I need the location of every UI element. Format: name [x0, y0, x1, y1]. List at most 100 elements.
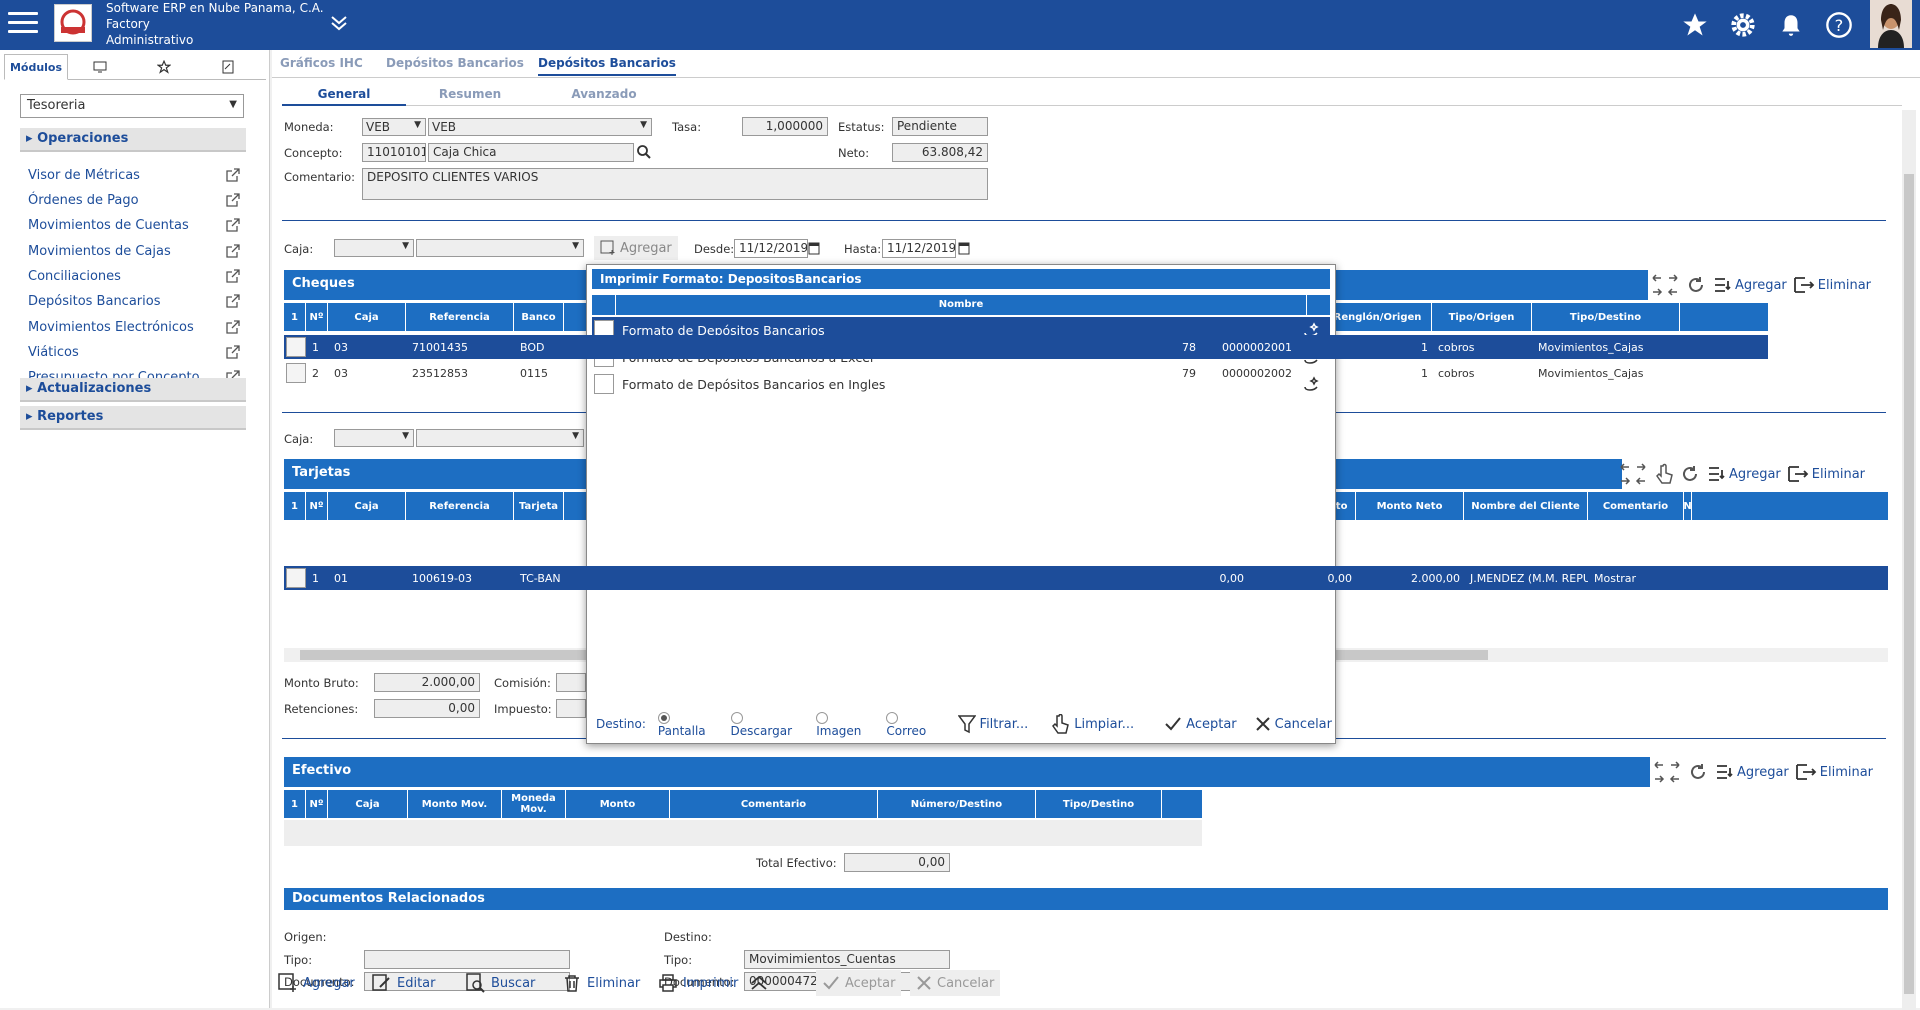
vertical-scrollbar[interactable]	[1902, 110, 1916, 1010]
column-header[interactable]: Nº	[306, 492, 328, 520]
help-icon[interactable]: ?	[1822, 8, 1856, 42]
retenciones-field[interactable]: 0,00	[374, 699, 480, 718]
calendar-icon[interactable]	[958, 241, 970, 255]
tasa-field[interactable]: 1,000000	[742, 117, 828, 136]
estatus-field[interactable]: Pendiente	[892, 117, 988, 136]
radio-correo[interactable]: Correo	[886, 710, 939, 738]
eliminar-button[interactable]: Eliminar	[562, 970, 640, 996]
sidebar-item[interactable]: Depósitos Bancarios	[20, 294, 246, 316]
column-header[interactable]: Nº	[306, 303, 328, 331]
cheques-eliminar-button[interactable]: Eliminar	[1793, 275, 1871, 295]
efectivo-agregar-button[interactable]: Agregar	[1714, 762, 1789, 782]
sidebar-item[interactable]: Movimientos de Cuentas	[20, 218, 246, 240]
subtab-general[interactable]: General	[282, 87, 406, 106]
external-link-icon[interactable]	[226, 244, 240, 258]
external-link-icon[interactable]	[226, 345, 240, 359]
column-header[interactable]: Nombre del Cliente	[1464, 492, 1588, 520]
table-row[interactable]: 1 01 100619-03 TC-BAN 0,00 0,00 2.000,00 J.MEND…	[284, 566, 1888, 590]
column-header[interactable]: Monto	[566, 790, 670, 818]
hasta-field[interactable]: 11/12/2019	[882, 239, 956, 258]
module-select[interactable]: Tesoreria ▼	[20, 94, 244, 118]
tab-monitor[interactable]	[68, 54, 132, 80]
imprimir-button[interactable]: Imprimir	[658, 970, 769, 996]
filtrar-button[interactable]: Filtrar...	[957, 714, 1028, 734]
column-header[interactable]: Tipo/Destino	[1036, 790, 1162, 818]
column-header[interactable]: 1	[284, 303, 306, 331]
expand-icon[interactable]	[1652, 757, 1682, 787]
scrollbar-thumb[interactable]	[1904, 174, 1914, 994]
tab-favorites[interactable]	[132, 54, 196, 80]
tab-depositos-2[interactable]: Depósitos Bancarios	[538, 56, 676, 76]
column-header[interactable]: Tipo/Origen	[1432, 303, 1532, 331]
dialog-aceptar-button[interactable]: Aceptar	[1164, 715, 1237, 733]
sidebar-item[interactable]: Visor de Métricas	[20, 168, 246, 190]
tab-graficos[interactable]: Gráficos IHC	[280, 56, 363, 70]
subtab-resumen[interactable]: Resumen	[408, 87, 532, 101]
row-checkbox[interactable]	[286, 363, 306, 383]
external-link-icon[interactable]	[226, 218, 240, 232]
double-chevron-down-icon[interactable]	[328, 12, 350, 34]
expand-icon[interactable]	[1650, 270, 1680, 300]
editar-button[interactable]: Editar	[372, 970, 436, 996]
column-header[interactable]: Referencia	[406, 492, 514, 520]
caja-name-select-2[interactable]: ▼	[416, 429, 584, 447]
refresh-icon[interactable]	[1688, 762, 1708, 782]
tipo-destino-field[interactable]: Movimimientos_Cuentas	[744, 950, 950, 969]
tipo-origen-field[interactable]	[364, 950, 570, 969]
refresh-icon[interactable]	[1680, 464, 1700, 484]
agregar-button[interactable]: Agregar	[278, 970, 355, 996]
avatar[interactable]	[1870, 0, 1912, 48]
external-link-icon[interactable]	[226, 269, 240, 283]
sidebar-item[interactable]: Órdenes de Pago	[20, 193, 246, 215]
table-row[interactable]: 2 03 23512853 0115 79 0000002002 1 cobros Movimi…	[284, 361, 1768, 385]
concepto-name-field[interactable]: Caja Chica	[428, 143, 634, 162]
sidebar-item[interactable]: Movimientos Electrónicos	[20, 320, 246, 342]
column-header[interactable]: Caja	[328, 303, 406, 331]
total-efectivo-field[interactable]: 0,00	[844, 853, 950, 872]
bell-icon[interactable]	[1774, 8, 1808, 42]
table-row[interactable]: 1 03 71001435 BOD 78 0000002001 1 cobros Movimie…	[284, 335, 1768, 359]
tab-notes[interactable]	[196, 54, 260, 80]
caja-select-1[interactable]: ▼	[334, 239, 414, 257]
column-header[interactable]: Monto Neto	[1356, 492, 1464, 520]
column-header[interactable]: 1	[284, 790, 306, 818]
column-header[interactable]: Tipo/Destino	[1532, 303, 1680, 331]
column-header[interactable]: Caja	[328, 492, 406, 520]
column-header[interactable]: Monto Mov.	[408, 790, 502, 818]
concepto-code-field[interactable]: 11010101	[362, 143, 426, 162]
dialog-cancelar-button[interactable]: Cancelar	[1255, 716, 1332, 732]
column-header[interactable]: Comentario	[670, 790, 878, 818]
column-header[interactable]: Banco	[514, 303, 564, 331]
sidebar-item[interactable]: Movimientos de Cajas	[20, 244, 246, 266]
external-link-icon[interactable]	[226, 294, 240, 308]
column-header[interactable]: Moneda Mov.	[502, 790, 566, 818]
radio-descargar[interactable]: Descargar	[730, 710, 805, 738]
cancelar-button[interactable]: Cancelar	[910, 970, 1001, 996]
external-link-icon[interactable]	[226, 168, 240, 182]
moneda-name-select[interactable]: VEB ▼	[428, 118, 652, 136]
column-header[interactable]: Renglón/Origen	[1324, 303, 1432, 331]
buscar-button[interactable]: Buscar	[466, 970, 535, 996]
external-link-icon[interactable]	[226, 193, 240, 207]
desde-field[interactable]: 11/12/2019	[734, 239, 808, 258]
calendar-icon[interactable]	[808, 241, 820, 255]
comentario-field[interactable]: DEPOSITO CLIENTES VARIOS	[362, 168, 988, 200]
cheques-agregar-button[interactable]: Agregar	[1712, 275, 1787, 295]
column-header[interactable]: Caja	[328, 790, 408, 818]
aceptar-button[interactable]: Aceptar	[816, 970, 902, 996]
sidebar-item[interactable]: Conciliaciones	[20, 269, 246, 291]
column-header[interactable]: Referencia	[406, 303, 514, 331]
radio-imagen[interactable]: Imagen	[816, 710, 874, 738]
star-icon[interactable]	[1678, 8, 1712, 42]
column-header[interactable]: Número/Destino	[878, 790, 1036, 818]
impuesto-field[interactable]	[556, 699, 586, 718]
agregar-caja-button[interactable]: Agregar	[594, 236, 678, 260]
subtab-avanzado[interactable]: Avanzado	[542, 87, 666, 101]
monto-bruto-field[interactable]: 2.000,00	[374, 673, 480, 692]
gear-icon[interactable]	[1726, 8, 1760, 42]
column-header[interactable]: Tarjeta	[514, 492, 564, 520]
tarjetas-agregar-button[interactable]: Agregar	[1706, 464, 1781, 484]
column-header[interactable]: N	[1683, 492, 1692, 520]
section-actualizaciones[interactable]: ▸ Actualizaciones	[20, 378, 246, 402]
external-link-icon[interactable]	[226, 320, 240, 334]
